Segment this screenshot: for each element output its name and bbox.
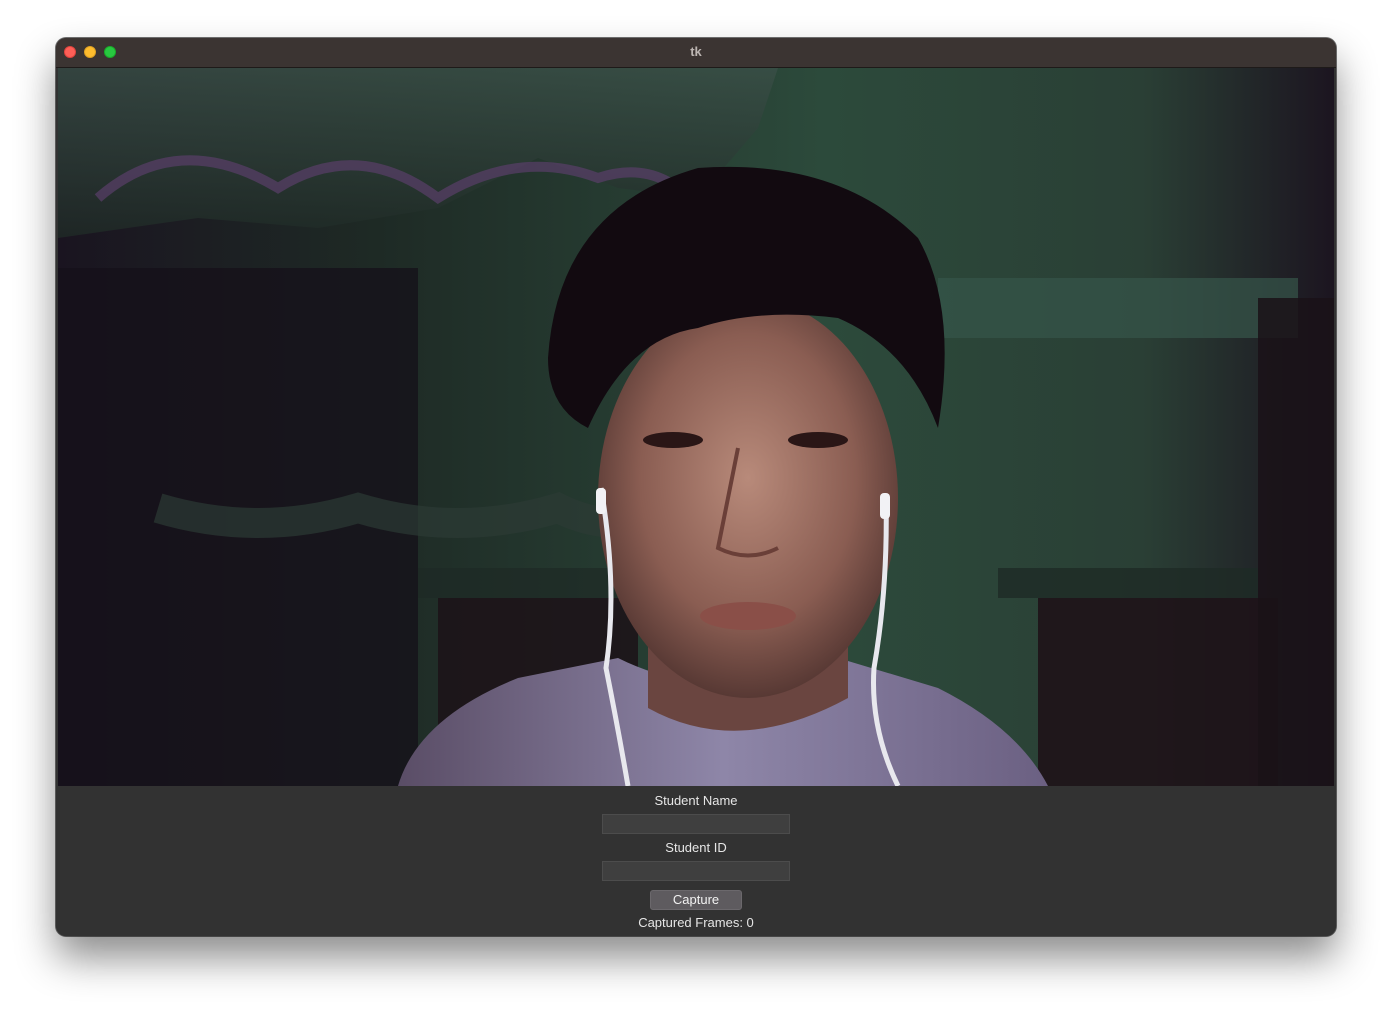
student-name-label: Student Name bbox=[654, 793, 738, 808]
student-name-input[interactable] bbox=[602, 814, 790, 834]
title-bar[interactable]: tk bbox=[56, 38, 1336, 68]
student-id-input[interactable] bbox=[602, 861, 790, 881]
app-window: tk Student Name Student ID Capture Captu… bbox=[56, 38, 1336, 936]
capture-button[interactable]: Capture bbox=[650, 890, 742, 910]
webcam-frame-image bbox=[58, 68, 1334, 786]
student-form: Student Name Student ID Capture Captured… bbox=[56, 786, 1336, 936]
captured-frames-status: Captured Frames: 0 bbox=[638, 915, 754, 930]
window-title: tk bbox=[690, 44, 702, 59]
student-id-label: Student ID bbox=[665, 840, 727, 855]
webcam-video-feed bbox=[58, 68, 1334, 786]
